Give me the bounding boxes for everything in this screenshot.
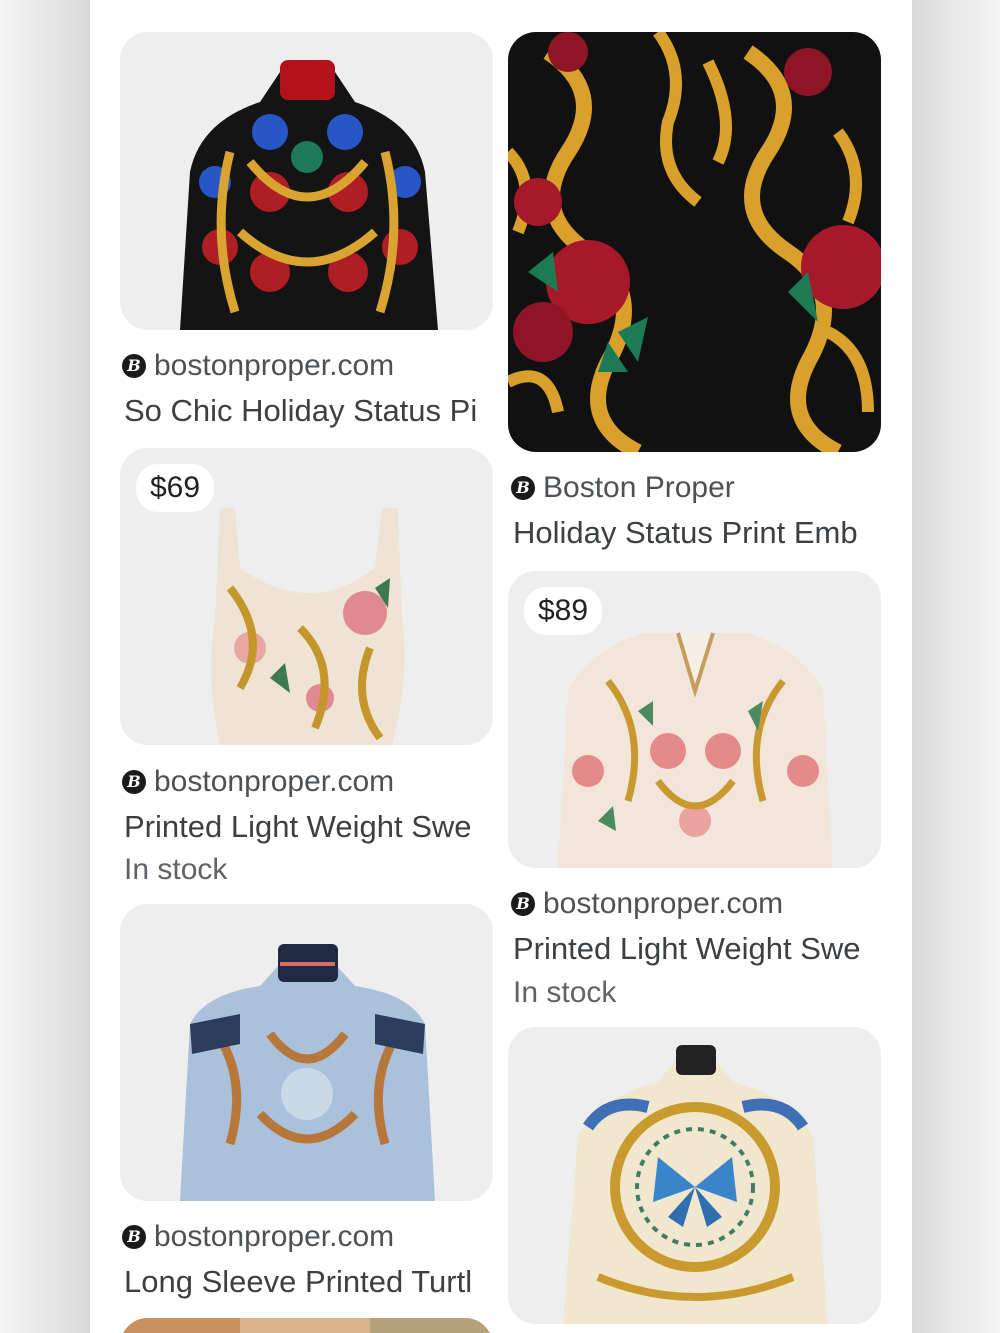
boston-proper-logo-icon: B <box>511 892 535 916</box>
source-row[interactable]: B bostonproper.com <box>122 1219 394 1255</box>
source-row[interactable]: B bostonproper.com <box>122 348 394 384</box>
stock-status: In stock <box>124 853 228 886</box>
boston-proper-logo-icon: B <box>511 476 535 500</box>
left-backdrop <box>0 0 90 1333</box>
boston-proper-logo-icon: B <box>122 770 146 794</box>
source-row[interactable]: B Boston Proper <box>511 470 735 506</box>
product-image[interactable] <box>508 1027 881 1324</box>
product-image-partial[interactable] <box>120 1318 493 1333</box>
product-title[interactable]: Long Sleeve Printed Turtl <box>124 1263 494 1301</box>
source-name: Boston Proper <box>543 471 735 504</box>
source-name: bostonproper.com <box>154 765 395 798</box>
source-name: bostonproper.com <box>154 1220 395 1253</box>
price-badge: $69 <box>136 464 215 512</box>
product-title[interactable]: So Chic Holiday Status Pi <box>124 392 494 430</box>
product-image[interactable] <box>120 32 493 330</box>
product-image[interactable] <box>120 904 493 1201</box>
boston-proper-logo-icon: B <box>122 354 146 378</box>
product-title[interactable]: Printed Light Weight Swe <box>124 808 494 846</box>
source-row[interactable]: B bostonproper.com <box>511 886 783 922</box>
source-name: bostonproper.com <box>154 349 395 382</box>
image-results-grid[interactable]: B bostonproper.com So Chic Holiday Statu… <box>90 0 912 1333</box>
product-title[interactable]: Printed Light Weight Swe <box>513 930 883 968</box>
source-row[interactable]: B bostonproper.com <box>122 764 394 800</box>
stock-status: In stock <box>513 976 617 1009</box>
right-backdrop <box>912 0 1000 1333</box>
product-image[interactable]: $89 <box>508 571 881 868</box>
product-title[interactable]: Holiday Status Print Emb <box>513 514 883 552</box>
boston-proper-logo-icon: B <box>122 1225 146 1249</box>
price-badge: $89 <box>524 587 603 635</box>
source-name: bostonproper.com <box>543 887 784 920</box>
product-image[interactable] <box>508 32 881 452</box>
product-image[interactable]: $69 <box>120 448 493 745</box>
